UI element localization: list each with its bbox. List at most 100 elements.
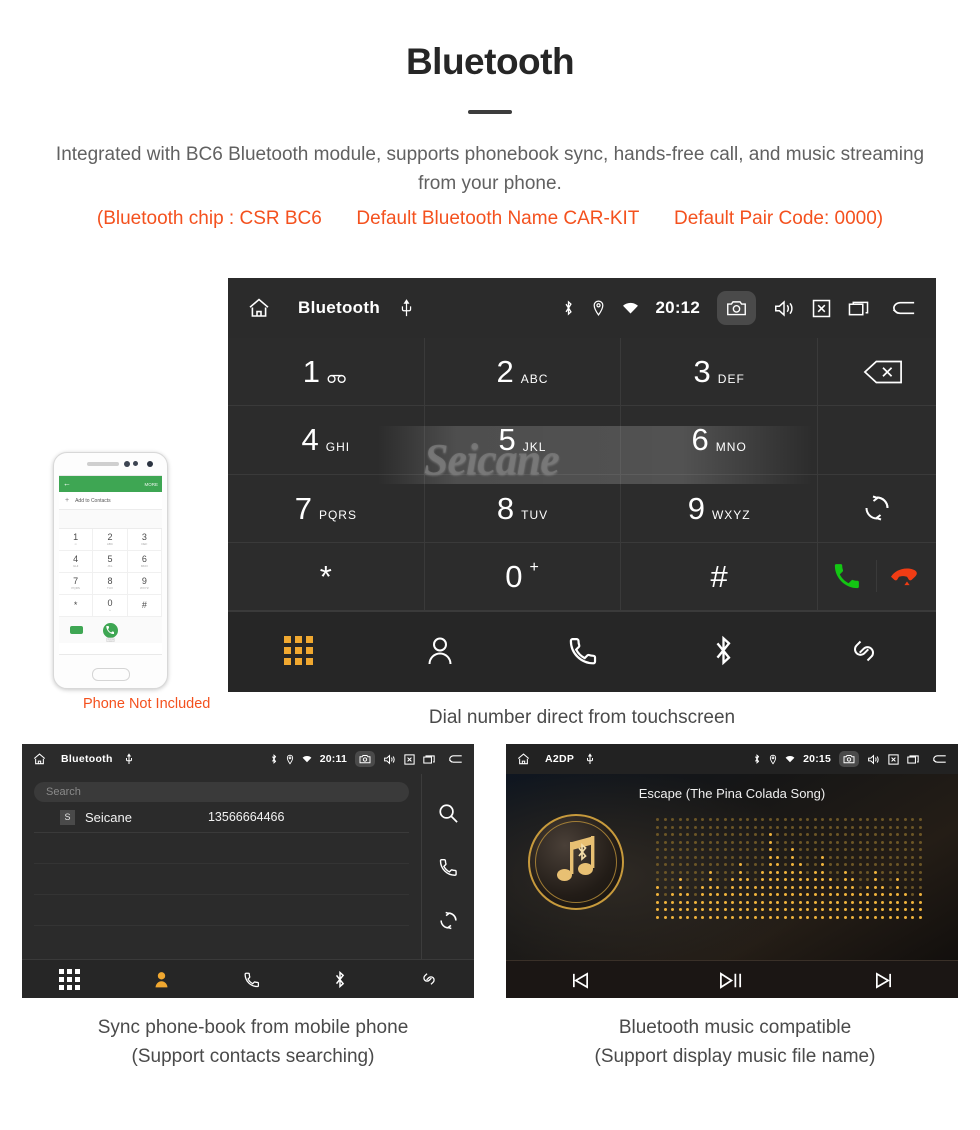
phone-key[interactable]: 6 MNO	[127, 551, 162, 573]
phone-back-icon[interactable]: ←	[63, 480, 71, 488]
hangup-button[interactable]	[877, 564, 936, 588]
wifi-icon	[302, 755, 312, 763]
music-statusbar: A2DP 20:15	[506, 744, 958, 774]
phone-key[interactable]: 7 PQRS	[59, 573, 94, 595]
recents-icon[interactable]	[848, 299, 869, 318]
sync-key[interactable]	[818, 475, 936, 543]
phone-key-ltr: ABC	[106, 542, 114, 546]
phone-key[interactable]: 8 TUV	[93, 573, 128, 595]
nav-dialpad-icon[interactable]	[58, 968, 80, 990]
search-placeholder: Search	[46, 786, 81, 798]
bluetooth-icon	[562, 298, 575, 318]
phone-key-ltr: +	[109, 608, 111, 612]
phone-key-num: 3	[141, 532, 147, 542]
dialer-blank-cell	[818, 406, 936, 475]
phonebook-statusbar: Bluetooth 20:11	[22, 744, 474, 774]
phone-key[interactable]: 2 ABC	[93, 529, 128, 551]
volume-icon[interactable]	[773, 299, 795, 318]
nav-contacts-icon[interactable]	[425, 635, 455, 667]
home-icon[interactable]	[32, 752, 47, 766]
home-icon[interactable]	[516, 752, 531, 766]
nav-call-log-icon[interactable]	[567, 635, 598, 666]
contact-row-empty	[34, 833, 409, 864]
phone-number-field[interactable]	[59, 510, 162, 529]
phone-key[interactable]: 1 ∞	[59, 529, 94, 551]
search-input[interactable]: Search	[34, 782, 409, 802]
camera-icon[interactable]	[717, 291, 756, 325]
intro-text: Integrated with BC6 Bluetooth module, su…	[55, 144, 925, 194]
phone-home-button[interactable]	[92, 668, 130, 681]
phone-key-num: 4	[73, 554, 79, 564]
search-icon[interactable]	[438, 803, 459, 824]
dialer-title: Bluetooth	[298, 298, 381, 317]
dialer-keypad: 1 2 ABC 3 DEF 4 GHI 5 JKL 6 MNO 7 PQRS 8 TUV 9W…	[228, 338, 936, 611]
location-icon	[286, 754, 294, 765]
phone-key-ltr: WXYZ	[139, 586, 149, 590]
phone-key[interactable]: *	[59, 595, 94, 617]
nav-dialpad-icon[interactable]	[284, 636, 314, 665]
recents-icon[interactable]	[907, 754, 919, 765]
phone-key-ltr: PQRS	[71, 586, 80, 590]
phone-camera2-icon	[133, 461, 138, 466]
call-button[interactable]	[818, 560, 877, 593]
previous-icon[interactable]	[570, 971, 591, 990]
phone-key[interactable]: #	[127, 595, 162, 617]
camera-icon[interactable]	[355, 751, 375, 767]
nav-link-icon[interactable]	[848, 635, 880, 667]
music-note-bluetooth-icon	[557, 836, 595, 881]
nav-contacts-icon[interactable]	[153, 970, 170, 989]
nav-bluetooth-icon[interactable]	[711, 634, 736, 667]
contact-row[interactable]: S Seicane 13566664466	[34, 802, 409, 833]
phone-key-num: 9	[141, 576, 147, 586]
close-box-icon[interactable]	[404, 753, 415, 765]
contact-number: 13566664466	[207, 810, 285, 824]
volume-icon[interactable]	[383, 754, 396, 765]
plus-icon: +	[65, 497, 70, 504]
phone-key-ltr: JKL	[107, 564, 113, 568]
back-icon[interactable]	[932, 753, 948, 765]
phone-call-icon[interactable]	[102, 622, 118, 638]
contact-row-empty	[34, 895, 409, 926]
phone-more-label[interactable]: MORE	[145, 482, 159, 487]
phone-key-num: 8	[107, 576, 113, 586]
dialer-caption: Dial number direct from touchscreen	[428, 707, 736, 728]
dialer-call-row	[818, 543, 936, 611]
camera-icon[interactable]	[839, 751, 859, 767]
phone-key[interactable]: 5 JKL	[93, 551, 128, 573]
phone-camera-icon	[124, 461, 130, 467]
phone-add-contact-row[interactable]: + Add to Contacts	[59, 492, 162, 510]
phone-key[interactable]: 4 GHI	[59, 551, 94, 573]
next-icon[interactable]	[873, 971, 894, 990]
keypad-right-column	[228, 338, 936, 611]
call-icon[interactable]	[438, 857, 458, 877]
phone-key[interactable]: 0 +	[93, 595, 128, 617]
music-caption-line2: (Support display music file name)	[594, 1046, 876, 1067]
backspace-key[interactable]	[818, 338, 936, 407]
phonebook-caption-line1: Sync phone-book from mobile phone	[97, 1017, 409, 1038]
phone-key-ltr: GHI	[72, 564, 79, 568]
nav-link-icon[interactable]	[420, 970, 438, 988]
phone-video-call-icon[interactable]	[69, 626, 83, 634]
nav-bluetooth-icon[interactable]	[333, 970, 347, 989]
home-icon[interactable]	[246, 296, 272, 320]
spec-pair-code: Default Pair Code: 0000)	[673, 208, 884, 229]
statusbar-right: 20:12	[545, 291, 936, 325]
dialer-navbar	[228, 611, 936, 689]
play-pause-icon[interactable]	[718, 970, 745, 991]
recents-icon[interactable]	[423, 754, 435, 765]
dialer-clock: 20:12	[655, 298, 700, 317]
music-controls	[506, 960, 958, 998]
music-screenshot: A2DP 20:15 Escape (The Pina Colada Song)	[506, 744, 958, 998]
back-icon[interactable]	[448, 753, 464, 765]
phone-key[interactable]: 9 WXYZ	[127, 573, 162, 595]
close-box-icon[interactable]	[812, 299, 831, 318]
nav-call-log-icon[interactable]	[243, 971, 260, 988]
sync-icon[interactable]	[438, 910, 459, 931]
phone-key[interactable]: 3 DEF	[127, 529, 162, 551]
back-icon[interactable]	[891, 298, 918, 318]
phonebook-screenshot: Bluetooth 20:11 Search S Seicane 1356666…	[22, 744, 474, 998]
phone-speaker-icon	[87, 462, 119, 466]
close-box-icon[interactable]	[888, 753, 899, 765]
phone-keyboard-icon[interactable]: ⌨	[106, 637, 115, 644]
volume-icon[interactable]	[867, 754, 880, 765]
